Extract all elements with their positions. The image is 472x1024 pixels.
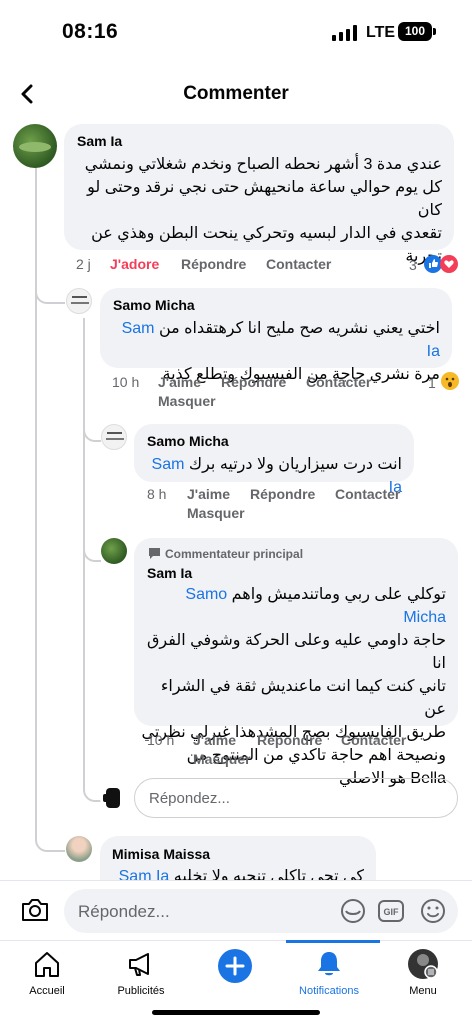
status-bar: 08:16 LTE 100	[0, 0, 472, 60]
comment-actions: 10 h J'aime Répondre Contacter Masquer	[147, 732, 457, 772]
battery-tip	[433, 28, 436, 35]
love-button[interactable]: J'adore	[110, 256, 159, 272]
thread-reply-placeholder: Répondez...	[149, 790, 230, 807]
comment-input[interactable]: Répondez... GIF	[64, 889, 458, 933]
comment-time: 10 h	[147, 732, 175, 748]
tab-label: Menu	[409, 985, 437, 997]
avatar[interactable]	[101, 424, 127, 450]
comment-time: 2 j	[76, 256, 91, 272]
thread-curve	[35, 820, 65, 852]
tab-menu[interactable]: Menu	[376, 941, 470, 1001]
mention-link[interactable]: Sam Ia	[119, 868, 170, 880]
avatar[interactable]	[101, 538, 127, 564]
contact-button[interactable]: Contacter	[335, 486, 400, 502]
my-avatar	[100, 784, 128, 812]
wow-reaction-icon	[441, 372, 459, 390]
contact-button[interactable]: Contacter	[266, 256, 331, 272]
tab-notifications[interactable]: Notifications	[282, 941, 376, 1001]
network-type: LTE	[366, 24, 396, 41]
reply-button[interactable]: Répondre	[250, 486, 315, 502]
reply-button[interactable]: Répondre	[181, 256, 246, 272]
comment-composer: Répondez... GIF	[0, 880, 472, 940]
thread-curve	[83, 760, 101, 802]
top-commenter-badge-icon	[149, 548, 160, 559]
battery-icon: 100	[398, 22, 432, 41]
like-button[interactable]: J'aime	[158, 374, 201, 390]
tab-create[interactable]	[188, 941, 282, 1001]
svg-text:GIF: GIF	[384, 907, 400, 917]
reaction-count[interactable]: 3	[409, 257, 417, 273]
comment-text-line: توكلي على ربي وماتندميش واهم	[231, 586, 446, 603]
header: Commenter	[0, 72, 472, 116]
thread-curve	[35, 260, 65, 304]
tab-label: Notifications	[299, 985, 359, 997]
avatar[interactable]	[66, 836, 92, 862]
reply-button[interactable]: Répondre	[221, 374, 286, 390]
love-reaction-icon	[440, 255, 458, 273]
comment-text-line: اختي يعني نشريه صح مليح انا كرهتقداه من	[158, 320, 440, 337]
contact-button[interactable]: Contacter	[306, 374, 371, 390]
camera-icon[interactable]	[20, 897, 50, 923]
like-button[interactable]: J'aime	[187, 486, 230, 502]
contact-button[interactable]: Contacter	[341, 732, 406, 748]
megaphone-icon	[129, 953, 149, 976]
comment-author[interactable]: Sam Ia	[77, 133, 122, 149]
thread-curve	[83, 400, 101, 442]
hide-button[interactable]: Masquer	[187, 505, 245, 521]
hide-button[interactable]: Masquer	[193, 751, 251, 767]
like-button[interactable]: J'aime	[193, 732, 236, 748]
comment-thread: Sam Ia عندي مدة 3 أشهر نحطه الصباح ونخدم…	[0, 120, 472, 880]
comment-actions: 2 j J'adore Répondre Contacter 3	[76, 256, 466, 276]
comment-actions: 10 h J'aime Répondre Contacter Masquer 1	[112, 374, 462, 414]
home-icon	[35, 952, 59, 977]
comment-time: 8 h	[147, 486, 167, 502]
thread-reply-input[interactable]: Répondez...	[134, 778, 458, 818]
reaction-count[interactable]: 1	[428, 375, 436, 391]
comment-text: كي تحي تاكلي تنحيه ولا تخليه Sam Ia	[106, 865, 364, 880]
avatar[interactable]	[66, 288, 92, 314]
comment-text-line: كي تحي تاكلي تنحيه ولا تخليه	[173, 868, 364, 880]
tab-label: Publicités	[117, 985, 165, 997]
gif-icon[interactable]: GIF	[378, 898, 404, 924]
top-commenter-badge: Commentateur principal	[165, 547, 304, 561]
page-title: Commenter	[183, 83, 289, 104]
signal-icon	[332, 25, 358, 41]
status-time: 08:16	[62, 20, 119, 43]
comment-author[interactable]: Samo Micha	[113, 297, 195, 313]
bell-icon	[318, 952, 340, 976]
tab-ads[interactable]: Publicités	[94, 941, 188, 1001]
comment-author[interactable]: Sam Ia	[147, 565, 192, 581]
tab-label: Accueil	[29, 985, 65, 997]
comment-author[interactable]: Samo Micha	[147, 433, 229, 449]
thread-curve	[83, 520, 101, 562]
hide-button[interactable]: Masquer	[158, 393, 216, 409]
create-plus-icon	[218, 949, 252, 983]
comment-text-line: انت درت سيزاريان ولا درتيه برك	[188, 456, 402, 473]
comment-time: 10 h	[112, 374, 140, 390]
emoji-icon[interactable]	[420, 898, 446, 924]
home-indicator	[152, 1010, 320, 1015]
comment-text: عندي مدة 3 أشهر نحطه الصباح ونخدم شغلاتي…	[84, 156, 442, 265]
comment-author[interactable]: Mimisa Maissa	[112, 846, 210, 862]
tab-home[interactable]: Accueil	[0, 941, 94, 1001]
avatar[interactable]	[13, 124, 57, 168]
avatar-sticker-icon[interactable]	[340, 898, 366, 924]
comment-actions: 8 h J'aime Répondre Contacter Masquer	[147, 486, 457, 526]
profile-menu-icon	[408, 949, 438, 979]
comment-input-placeholder: Répondez...	[78, 902, 170, 921]
reply-button[interactable]: Répondre	[257, 732, 322, 748]
